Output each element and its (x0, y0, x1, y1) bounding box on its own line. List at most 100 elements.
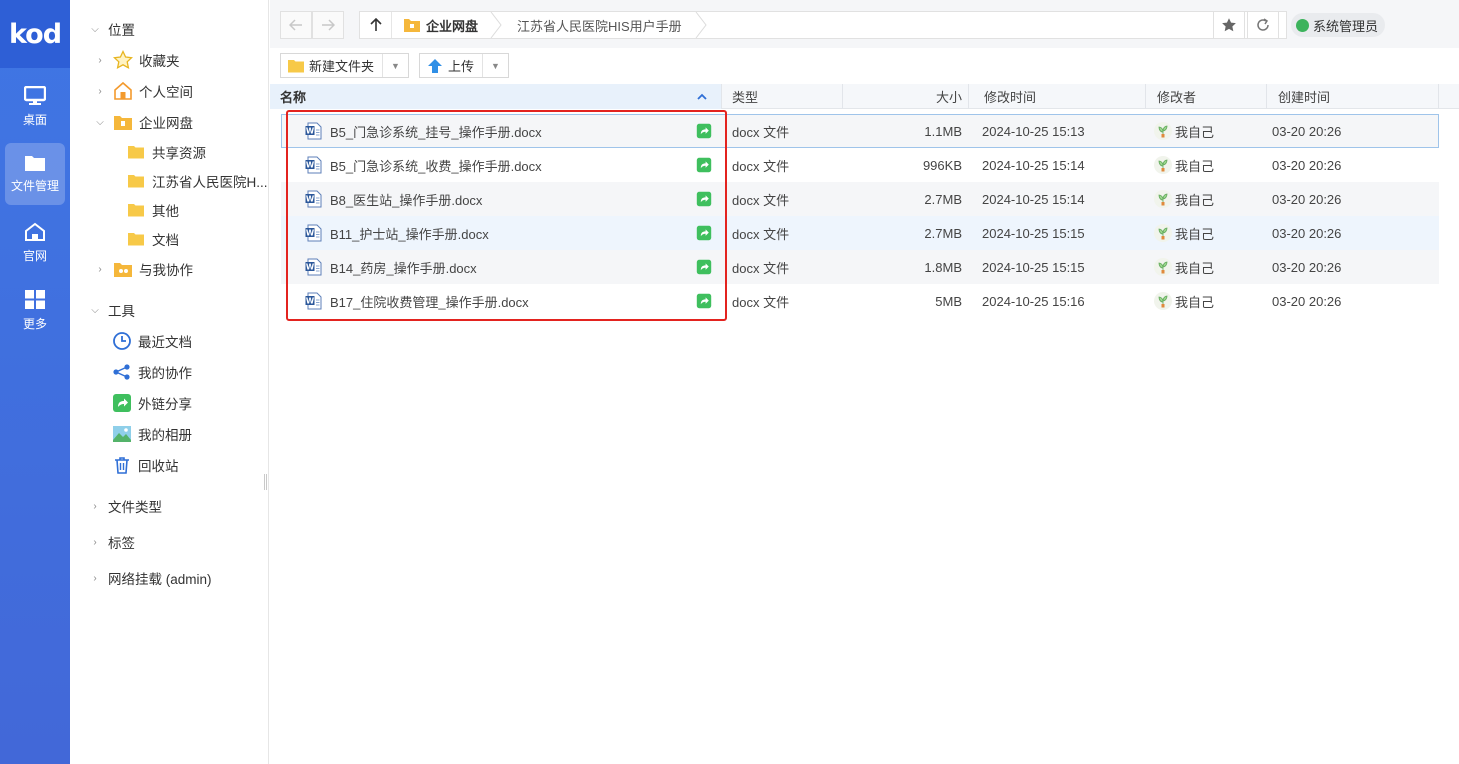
tree-item-link-share[interactable]: 外链分享 (112, 390, 192, 416)
share-nodes-icon (112, 362, 132, 382)
rail-item-website[interactable]: 官网 (5, 212, 65, 274)
chevron-right-icon: › (98, 85, 102, 97)
file-modifier: 我自己 (1175, 124, 1215, 140)
file-name-cell[interactable]: W B11_护士站_操作手册.docx (305, 216, 489, 250)
app-logo[interactable]: kod (0, 0, 70, 68)
rail-item-label: 文件管理 (10, 179, 59, 193)
file-row[interactable]: W B17_住院收费管理_操作手册.docx docx 文件 5MB 2024-… (281, 284, 1439, 318)
avatar (1154, 190, 1172, 208)
file-name-cell[interactable]: W B14_药房_操作手册.docx (305, 250, 477, 284)
tree-section-network-mount[interactable]: › 网络挂载 (admin) (88, 565, 211, 591)
breadcrumb-current[interactable]: 江苏省人民医院HIS用户手册 (517, 12, 682, 38)
file-row[interactable]: W B11_护士站_操作手册.docx docx 文件 2.7MB 2024-1… (281, 216, 1439, 250)
plant-icon (1158, 295, 1168, 308)
chevron-right-icon: › (93, 500, 97, 512)
collab-folder-icon (113, 259, 133, 279)
tree-item-album[interactable]: 我的相册 (112, 421, 192, 447)
tree-section-location[interactable]: ⌵ 位置 (88, 16, 135, 42)
file-created: 03-20 20:26 (1272, 293, 1342, 309)
file-row[interactable]: W B5_门急诊系统_挂号_操作手册.docx docx 文件 1.1MB 20… (281, 114, 1439, 148)
link-share-icon[interactable] (696, 259, 712, 275)
rail-item-more[interactable]: 更多 (5, 280, 65, 342)
breadcrumb-enterprise[interactable]: 企业网盘 (403, 12, 478, 38)
chevron-down-icon: ⌵ (91, 23, 99, 35)
tree-label: 收藏夹 (139, 54, 180, 69)
column-label: 创建时间 (1278, 90, 1331, 105)
photo-icon (112, 424, 132, 444)
rail-item-desktop[interactable]: 桌面 (5, 76, 65, 138)
tree-label: 江苏省人民医院H... (152, 175, 268, 190)
file-name-cell[interactable]: W B17_住院收费管理_操作手册.docx (305, 284, 529, 318)
file-type: docx 文件 (732, 124, 790, 140)
link-share-icon[interactable] (696, 191, 712, 207)
sidebar-resize-handle[interactable] (264, 474, 267, 490)
refresh-button[interactable] (1247, 11, 1279, 39)
file-row[interactable]: W B14_药房_操作手册.docx docx 文件 1.8MB 2024-10… (281, 250, 1439, 284)
forward-button[interactable] (312, 11, 344, 39)
back-button[interactable] (280, 11, 312, 39)
column-created[interactable]: 创建时间 (1267, 84, 1439, 109)
chevron-down-icon[interactable]: ▼ (382, 54, 408, 77)
tree-section-tools[interactable]: ⌵ 工具 (88, 297, 135, 323)
favorite-button[interactable] (1213, 11, 1245, 39)
column-name[interactable]: 名称 (270, 84, 722, 109)
column-modified[interactable]: 修改时间 (969, 84, 1146, 109)
tree-item-collab-with-me[interactable]: › 与我协作 (93, 256, 193, 282)
upload-button[interactable]: 上传 ▼ (419, 53, 509, 78)
tree-item-my-collab[interactable]: 我的协作 (112, 359, 192, 385)
file-name-cell[interactable]: W B5_门急诊系统_挂号_操作手册.docx (305, 114, 542, 148)
link-share-icon (112, 393, 132, 413)
new-folder-button[interactable]: 新建文件夹 ▼ (280, 53, 409, 78)
file-modifier: 我自己 (1175, 158, 1215, 174)
file-created: 03-20 20:26 (1272, 123, 1342, 139)
tree-item-favorites[interactable]: › 收藏夹 (93, 47, 180, 73)
tree-item-shared-resources[interactable]: 共享资源 (128, 139, 206, 165)
breadcrumb-separator (695, 12, 707, 38)
file-modified: 2024-10-25 15:15 (982, 225, 1085, 241)
file-row[interactable]: W B8_医生站_操作手册.docx docx 文件 2.7MB 2024-10… (281, 182, 1439, 216)
svg-text:W: W (306, 160, 315, 169)
tree-label: 回收站 (138, 459, 179, 474)
file-created: 03-20 20:26 (1272, 191, 1342, 207)
tree-item-enterprise-drive[interactable]: ⌵ 企业网盘 (93, 109, 193, 135)
tree-section-file-types[interactable]: › 文件类型 (88, 493, 162, 519)
avatar (1154, 122, 1172, 140)
file-name-cell[interactable]: W B8_医生站_操作手册.docx (305, 182, 482, 216)
tree-item-recycle-bin[interactable]: 回收站 (112, 452, 179, 478)
user-menu[interactable]: 系统管理员 (1291, 13, 1386, 37)
word-doc-icon: W (305, 258, 322, 276)
file-name-cell[interactable]: W B5_门急诊系统_收费_操作手册.docx (305, 148, 542, 182)
arrow-up-icon (369, 18, 382, 31)
column-size[interactable]: 大小 (843, 84, 969, 109)
tree-section-tags[interactable]: › 标签 (88, 529, 135, 555)
clock-icon (112, 331, 132, 351)
file-row[interactable]: W B5_门急诊系统_收费_操作手册.docx docx 文件 996KB 20… (281, 148, 1439, 182)
breadcrumb-label: 江苏省人民医院HIS用户手册 (517, 18, 682, 34)
rail-item-file-manager[interactable]: 文件管理 (5, 143, 65, 205)
plant-icon (1158, 159, 1168, 172)
file-modifier-cell: 我自己 (1154, 250, 1214, 284)
tree-item-hospital-folder[interactable]: 江苏省人民医院H... (128, 168, 268, 194)
parent-folder-button[interactable] (360, 12, 392, 38)
link-share-icon[interactable] (696, 225, 712, 241)
file-modifier: 我自己 (1175, 192, 1215, 208)
tree-item-other[interactable]: 其他 (128, 197, 179, 223)
upload-arrow-icon (428, 58, 442, 73)
file-modified: 2024-10-25 15:16 (982, 293, 1085, 309)
file-list-header: 名称 类型 大小 修改时间 修改者 创建时间 (270, 84, 1459, 109)
column-label: 修改者 (1157, 90, 1197, 105)
file-size: 5MB (935, 293, 962, 309)
link-share-icon[interactable] (696, 123, 712, 139)
file-modified: 2024-10-25 15:14 (982, 157, 1085, 173)
upload-label: 上传 (448, 59, 475, 74)
tree-item-docs[interactable]: 文档 (128, 226, 179, 252)
column-type[interactable]: 类型 (722, 84, 843, 109)
link-share-icon[interactable] (696, 293, 712, 309)
column-modifier[interactable]: 修改者 (1146, 84, 1267, 109)
link-share-icon[interactable] (696, 157, 712, 173)
tree-item-recent-docs[interactable]: 最近文档 (112, 328, 192, 354)
file-size: 2.7MB (924, 225, 962, 241)
tree-item-personal-space[interactable]: › 个人空间 (93, 78, 193, 104)
chevron-down-icon[interactable]: ▼ (482, 54, 508, 77)
chevron-right-icon: › (98, 54, 102, 66)
